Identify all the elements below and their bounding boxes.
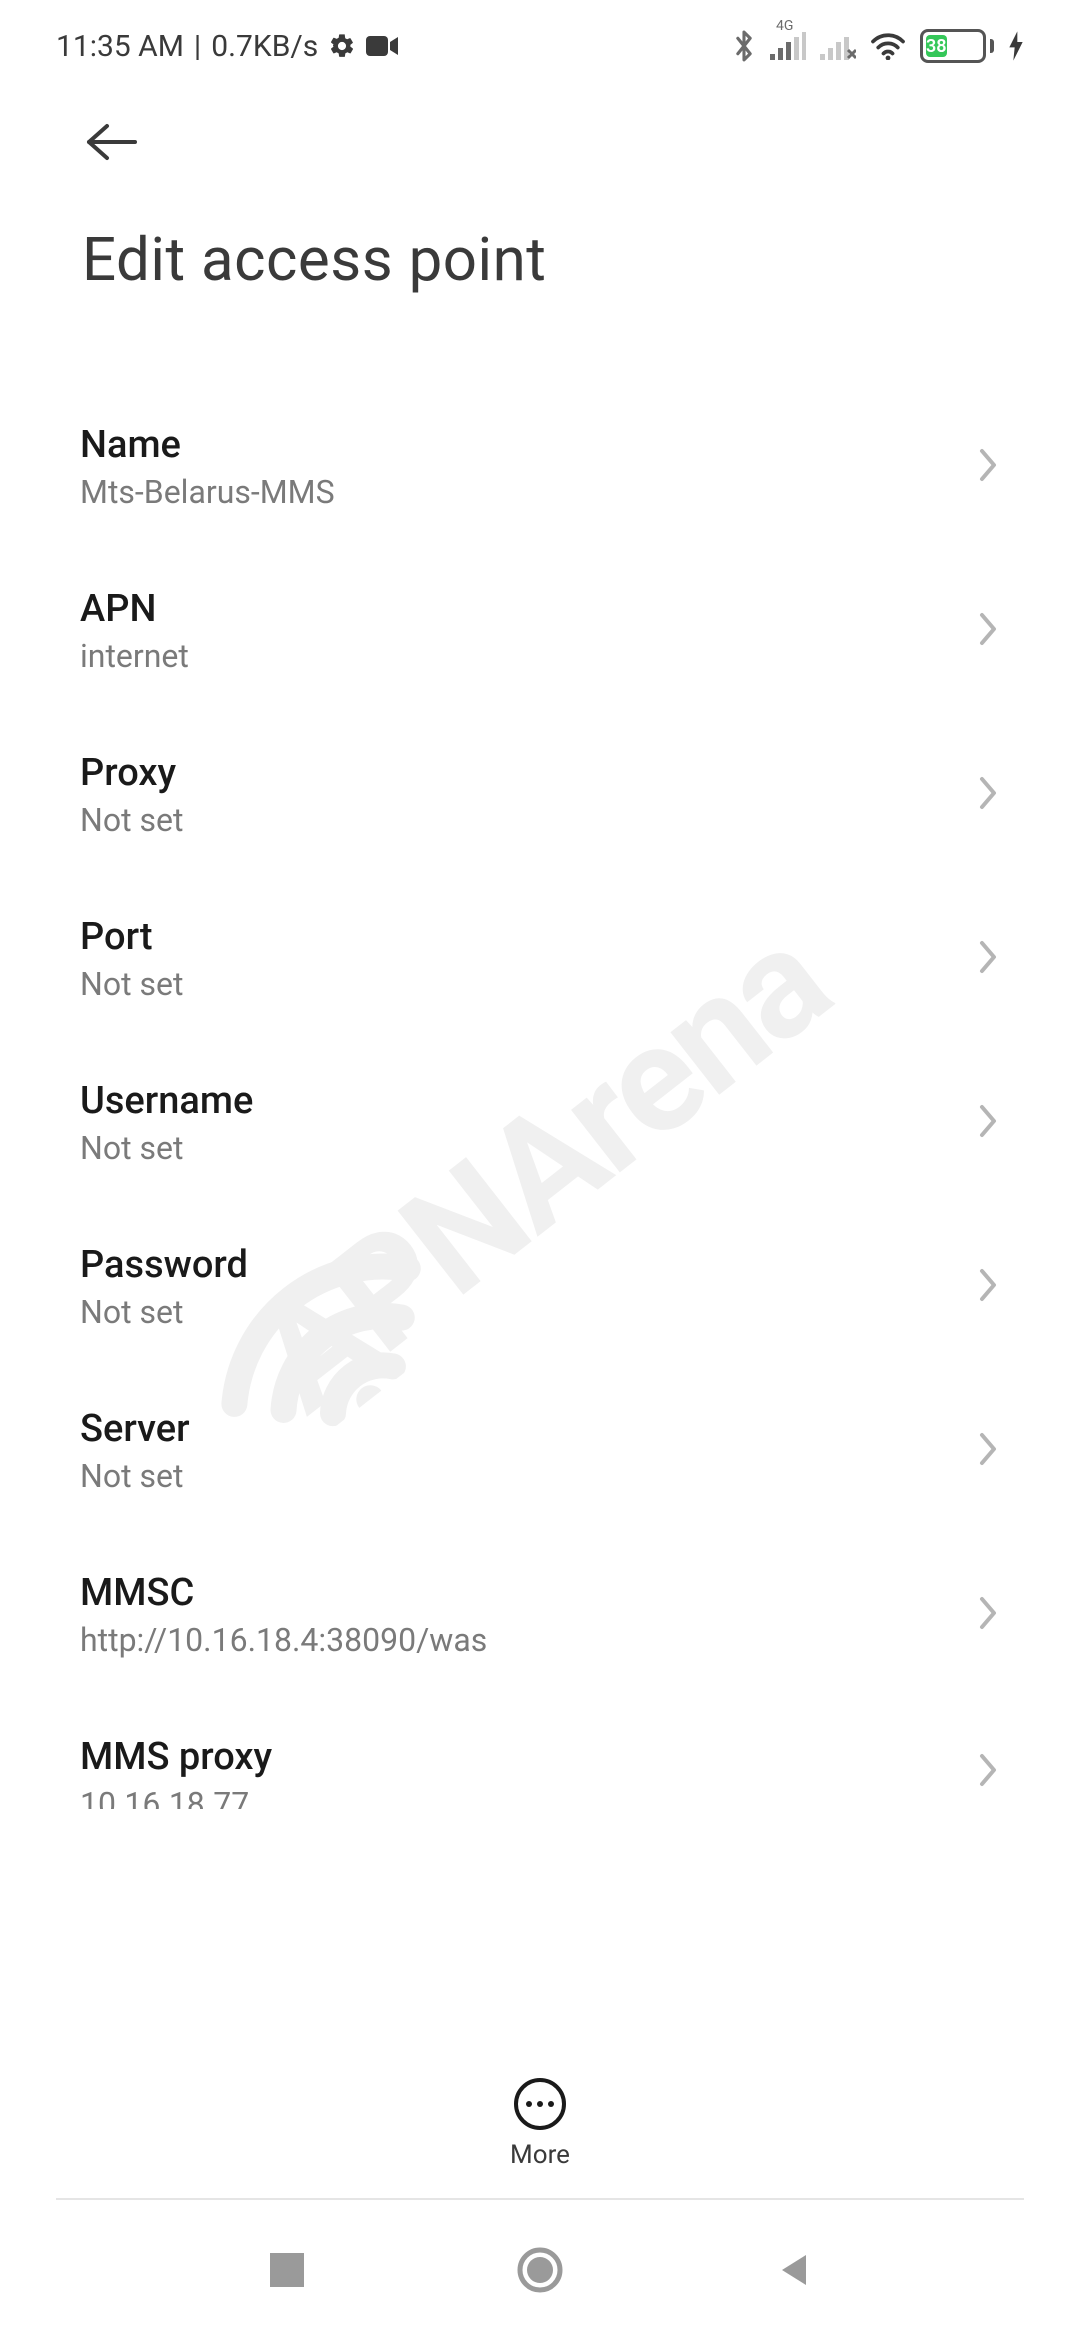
item-label: Name — [80, 423, 335, 467]
gear-icon — [328, 32, 356, 60]
nav-recents-button[interactable] — [257, 2240, 317, 2300]
item-value: Not set — [80, 1293, 248, 1331]
more-button[interactable]: More — [0, 2078, 1080, 2170]
item-mms-proxy[interactable]: MMS proxy 10.16.18.77 — [80, 1697, 1000, 1809]
nav-back-button[interactable] — [763, 2240, 823, 2300]
page-title: Edit access point — [80, 224, 1000, 295]
header: Edit access point — [0, 80, 1080, 295]
item-label: Proxy — [80, 751, 183, 795]
chevron-right-icon — [976, 937, 1000, 981]
status-speed: 0.7KB/s — [211, 29, 318, 64]
item-value: http://10.16.18.4:38090/was — [80, 1621, 487, 1659]
item-label: Server — [80, 1407, 190, 1451]
item-label: Port — [80, 915, 183, 959]
chevron-right-icon — [976, 1265, 1000, 1309]
item-label: APN — [80, 587, 189, 631]
item-value: 10.16.18.77 — [80, 1785, 272, 1809]
wifi-icon — [870, 32, 906, 60]
item-value: Not set — [80, 1129, 253, 1167]
status-right: 4G 38 — [732, 29, 1024, 63]
status-time: 11:35 AM — [56, 29, 184, 64]
back-button[interactable] — [80, 110, 144, 174]
chevron-right-icon — [976, 1429, 1000, 1473]
chevron-right-icon — [976, 1593, 1000, 1637]
status-bar: 11:35 AM | 0.7KB/s 4G — [0, 0, 1080, 80]
status-left: 11:35 AM | 0.7KB/s — [56, 29, 398, 64]
item-mmsc[interactable]: MMSC http://10.16.18.4:38090/was — [80, 1533, 1000, 1697]
signal-1-icon: 4G — [770, 32, 806, 60]
chevron-right-icon — [976, 1101, 1000, 1145]
nav-home-button[interactable] — [510, 2240, 570, 2300]
item-password[interactable]: Password Not set — [80, 1205, 1000, 1369]
signal-label: 4G — [776, 18, 793, 34]
item-username[interactable]: Username Not set — [80, 1041, 1000, 1205]
chevron-right-icon — [976, 445, 1000, 489]
item-value: Not set — [80, 965, 183, 1003]
more-label: More — [510, 2140, 570, 2170]
status-sep: | — [194, 29, 201, 64]
item-label: Password — [80, 1243, 248, 1287]
signal-2-icon — [820, 32, 856, 60]
item-value: Not set — [80, 1457, 190, 1495]
item-label: MMSC — [80, 1571, 487, 1615]
nav-bar — [0, 2200, 1080, 2340]
chevron-right-icon — [976, 609, 1000, 653]
chevron-right-icon — [976, 1750, 1000, 1794]
item-port[interactable]: Port Not set — [80, 877, 1000, 1041]
battery-percent: 38 — [926, 35, 947, 57]
item-proxy[interactable]: Proxy Not set — [80, 713, 1000, 877]
more-icon — [514, 2078, 566, 2130]
item-value: internet — [80, 637, 189, 675]
charging-icon — [1008, 31, 1024, 61]
item-value: Not set — [80, 801, 183, 839]
settings-list: Name Mts-Belarus-MMS APN internet Proxy … — [0, 295, 1080, 1809]
bluetooth-icon — [732, 29, 756, 63]
item-label: MMS proxy — [80, 1735, 272, 1779]
item-name[interactable]: Name Mts-Belarus-MMS — [80, 385, 1000, 549]
chevron-right-icon — [976, 773, 1000, 817]
item-label: Username — [80, 1079, 253, 1123]
item-value: Mts-Belarus-MMS — [80, 473, 335, 511]
item-apn[interactable]: APN internet — [80, 549, 1000, 713]
battery-icon: 38 — [920, 29, 994, 63]
video-icon — [366, 34, 398, 58]
item-server[interactable]: Server Not set — [80, 1369, 1000, 1533]
